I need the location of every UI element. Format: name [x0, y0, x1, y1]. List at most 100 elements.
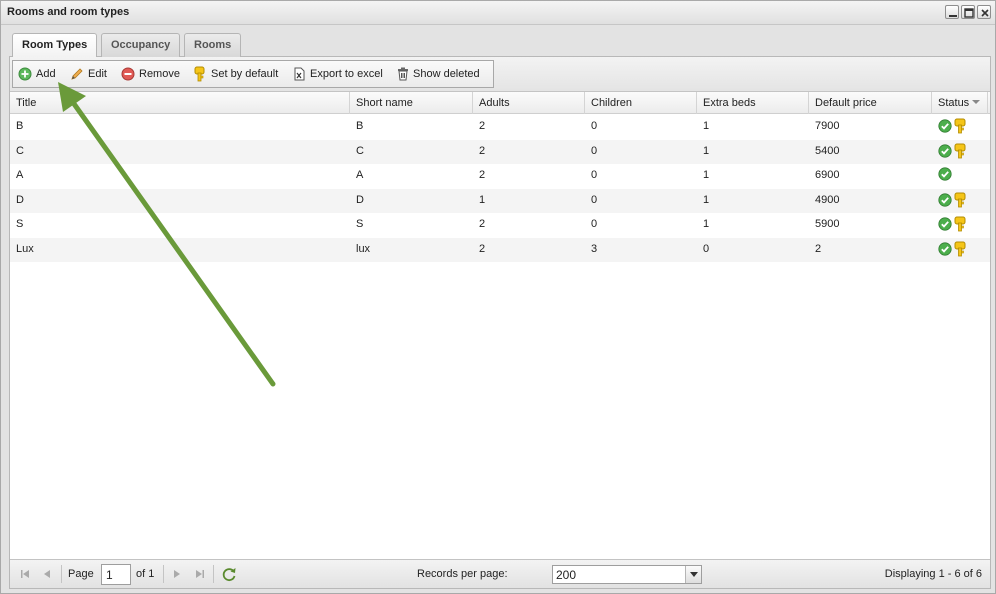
column-header-extra-beds[interactable]: Extra beds: [697, 92, 809, 114]
key-icon: [954, 118, 966, 137]
cell-adults: 2: [479, 169, 486, 181]
table-row[interactable]: Lux lux 2 3 0 2: [10, 237, 990, 262]
cell-adults: 2: [479, 242, 486, 255]
cell-default-price: 6900: [815, 169, 840, 181]
minimize-icon[interactable]: [945, 5, 959, 19]
add-button[interactable]: Add: [18, 66, 56, 82]
cell-default-price: 7900: [815, 120, 840, 132]
export-label: Export to excel: [310, 68, 383, 80]
export-excel-button[interactable]: Export to excel: [293, 66, 383, 82]
window-title: Rooms and room types: [7, 6, 130, 18]
grid-header: Title Short name Adults Children Extra b…: [10, 92, 990, 114]
paging-toolbar: Page of 1 Records per page: 200 Displayi…: [10, 559, 990, 588]
cell-status: [938, 118, 966, 137]
toolbar-button-group: Add Edit Remove Set by default Export to…: [12, 60, 494, 88]
check-icon: [938, 241, 952, 259]
maximize-icon[interactable]: [961, 5, 975, 19]
cell-children: 0: [591, 120, 598, 132]
remove-label: Remove: [139, 68, 180, 80]
key-icon: [194, 66, 205, 82]
displaying-label: Displaying 1 - 6 of 6: [884, 568, 982, 580]
toolbar: Add Edit Remove Set by default Export to…: [10, 57, 990, 92]
table-row[interactable]: C C 2 0 1 5400: [10, 139, 990, 164]
cell-children: 0: [591, 169, 598, 181]
tab-rooms[interactable]: Rooms: [184, 33, 242, 57]
cell-status: [938, 192, 966, 211]
sort-arrow-icon[interactable]: [972, 100, 981, 104]
key-icon: [954, 241, 966, 260]
column-header-default-price[interactable]: Default price: [809, 92, 932, 114]
pager-separator: [61, 565, 62, 583]
table-row[interactable]: D D 1 0 1 4900: [10, 188, 990, 213]
check-icon: [938, 119, 952, 136]
cell-adults: 1: [479, 193, 486, 206]
pager-separator: [163, 565, 164, 583]
tab-room-types[interactable]: Room Types: [12, 33, 98, 58]
close-icon[interactable]: [977, 5, 991, 19]
excel-icon: [294, 67, 305, 81]
edit-button[interactable]: Edit: [70, 66, 107, 82]
cell-children: 0: [591, 218, 598, 230]
check-icon: [938, 192, 952, 210]
cell-title: D: [16, 193, 24, 206]
cell-title: A: [16, 169, 24, 181]
column-header-children[interactable]: Children: [585, 92, 697, 114]
cell-status: [938, 167, 952, 184]
cell-short-name: A: [356, 169, 364, 181]
prev-page-icon[interactable]: [40, 567, 54, 581]
cell-title: C: [16, 144, 24, 157]
cell-status: [938, 143, 966, 162]
cell-adults: 2: [479, 144, 486, 157]
column-header-adults[interactable]: Adults: [473, 92, 585, 114]
cell-short-name: lux: [356, 242, 371, 255]
grid-body: B B 2 0 1 7900 C C 2 0 1 5400 A A 2 0 1 6900 D D 1 0 1 4900 S S 2 0…: [10, 115, 990, 262]
cell-title: B: [16, 120, 24, 132]
cell-short-name: B: [356, 120, 364, 132]
cell-default-price: 4900: [815, 193, 840, 206]
key-icon: [954, 192, 966, 211]
column-header-title[interactable]: Title: [10, 92, 350, 114]
add-label: Add: [36, 68, 56, 80]
cell-children: 0: [591, 144, 598, 157]
chevron-down-icon[interactable]: [685, 566, 701, 583]
records-per-page-value: 200: [556, 568, 577, 582]
table-row[interactable]: B B 2 0 1 7900: [10, 115, 990, 140]
edit-label: Edit: [88, 68, 107, 80]
set-default-button[interactable]: Set by default: [193, 66, 278, 82]
last-page-icon[interactable]: [193, 567, 207, 581]
cell-status: [938, 241, 966, 260]
first-page-icon[interactable]: [18, 567, 32, 581]
cell-children: 0: [591, 193, 598, 206]
pencil-icon: [71, 68, 83, 80]
cell-short-name: D: [356, 193, 364, 206]
cell-extra-beds: 0: [703, 242, 710, 255]
cell-extra-beds: 1: [703, 193, 710, 206]
window-controls: [945, 5, 991, 19]
cell-adults: 2: [479, 218, 486, 230]
table-row[interactable]: A A 2 0 1 6900: [10, 164, 990, 189]
add-icon: [18, 67, 32, 81]
column-header-short-name[interactable]: Short name: [350, 92, 473, 114]
key-icon: [954, 216, 966, 235]
remove-button[interactable]: Remove: [121, 66, 180, 82]
records-per-page-select[interactable]: 200: [552, 565, 702, 584]
check-icon: [938, 143, 952, 161]
window-titlebar[interactable]: Rooms and room types: [1, 1, 995, 25]
cell-default-price: 5400: [815, 144, 840, 157]
records-per-page-label: Records per page:: [417, 568, 508, 580]
tab-strip: Room Types Occupancy Rooms: [9, 27, 991, 58]
refresh-icon[interactable]: [221, 566, 237, 582]
check-icon: [938, 217, 952, 234]
next-page-icon[interactable]: [170, 567, 184, 581]
cell-status: [938, 216, 966, 235]
show-deleted-button[interactable]: Show deleted: [397, 66, 480, 82]
cell-default-price: 5900: [815, 218, 840, 230]
cell-short-name: S: [356, 218, 364, 230]
cell-extra-beds: 1: [703, 218, 710, 230]
tab-occupancy[interactable]: Occupancy: [101, 33, 181, 57]
page-number-input[interactable]: [101, 564, 131, 585]
column-header-status[interactable]: Status: [932, 92, 988, 114]
cell-extra-beds: 1: [703, 120, 710, 132]
table-row[interactable]: S S 2 0 1 5900: [10, 213, 990, 238]
cell-adults: 2: [479, 120, 486, 132]
